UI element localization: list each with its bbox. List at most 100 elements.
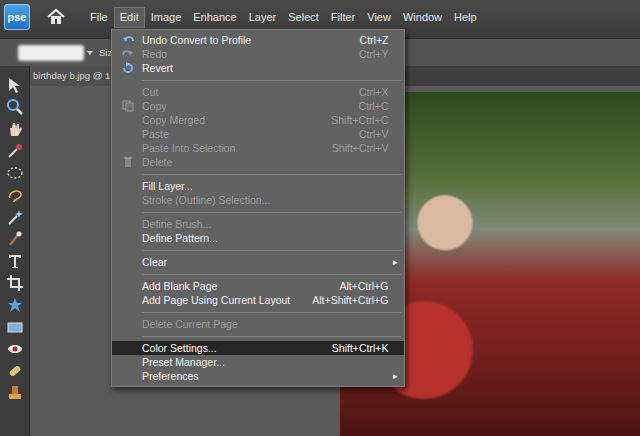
- brush-select-icon[interactable]: [6, 230, 24, 248]
- submenu-arrow: ▸: [388, 369, 402, 383]
- menu-separator: [142, 174, 401, 175]
- delete-icon: [122, 156, 134, 168]
- menu-label: Define Brush...: [142, 217, 388, 231]
- menu-item[interactable]: Select: [282, 7, 325, 28]
- menu-item[interactable]: Window: [397, 7, 448, 28]
- menu-label: Add Blank Page: [142, 279, 339, 293]
- menu-item[interactable]: Help: [448, 7, 483, 28]
- menu-entry[interactable]: Undo Convert to ProfileCtrl+Z: [112, 33, 404, 47]
- cookie-cutter-icon[interactable]: [6, 296, 24, 314]
- menu-entry: Copy MergedShift+Ctrl+C: [112, 113, 404, 127]
- hand-icon[interactable]: [6, 120, 24, 138]
- menu-label: Undo Convert to Profile: [142, 33, 360, 47]
- menu-label: Add Page Using Current Layout: [142, 293, 312, 307]
- menu-label: Preferences: [142, 369, 388, 383]
- menu-label: Redo: [142, 47, 359, 61]
- straighten-icon[interactable]: [6, 318, 24, 336]
- menu-separator: [142, 312, 401, 313]
- menu-shortcut: Shift+Ctrl+K: [332, 341, 389, 355]
- menu-label: Stroke (Outline) Selection...: [142, 193, 388, 207]
- menu-label: Define Pattern...: [142, 231, 388, 245]
- menu-entry[interactable]: Add Blank PageAlt+Ctrl+G: [112, 279, 404, 293]
- menu-entry: CutCtrl+X: [112, 85, 404, 99]
- zoom-icon[interactable]: [6, 98, 24, 116]
- menu-separator: [142, 212, 401, 213]
- menu-shortcut: Shift+Ctrl+V: [332, 141, 389, 155]
- menu-entry: RedoCtrl+Y: [112, 47, 404, 61]
- menu-entry[interactable]: Revert: [112, 61, 404, 75]
- menu-label: Cut: [142, 85, 359, 99]
- crop-icon[interactable]: [6, 274, 24, 292]
- menu-label: Preset Manager...: [142, 355, 388, 369]
- menu-entry[interactable]: Clear▸: [112, 255, 404, 269]
- menu-shortcut: Ctrl+V: [359, 127, 388, 141]
- menu-separator: [142, 250, 401, 251]
- document-tab[interactable]: birthday b.jpg @ 1: [30, 66, 114, 86]
- menu-shortcut: Shift+Ctrl+C: [331, 113, 388, 127]
- menu-item[interactable]: Layer: [243, 7, 283, 28]
- menu-shortcut: Alt+Shift+Ctrl+G: [312, 293, 388, 307]
- stamp-icon[interactable]: [6, 384, 24, 402]
- menu-shortcut: Ctrl+Z: [360, 33, 389, 47]
- menu-entry[interactable]: Define Pattern...: [112, 231, 404, 245]
- menu-separator: [142, 80, 401, 81]
- menu-shortcut: Ctrl+X: [359, 85, 388, 99]
- menu-entry: Define Brush...: [112, 217, 404, 231]
- menu-separator: [142, 336, 401, 337]
- menu-item[interactable]: Image: [145, 7, 188, 28]
- red-eye-icon[interactable]: [6, 340, 24, 358]
- menu-entry[interactable]: Preset Manager...: [112, 355, 404, 369]
- home-icon[interactable]: [44, 5, 68, 29]
- menu-shortcut: Ctrl+Y: [359, 47, 388, 61]
- menu-entry: PasteCtrl+V: [112, 127, 404, 141]
- menu-entry[interactable]: Preferences▸: [112, 369, 404, 383]
- menu-item[interactable]: Filter: [325, 7, 361, 28]
- menu-entry: Paste Into SelectionShift+Ctrl+V: [112, 141, 404, 155]
- menu-label: Delete Current Page: [142, 317, 388, 331]
- menu-icon-slot: [112, 156, 142, 168]
- menu-entry: CopyCtrl+C: [112, 99, 404, 113]
- menu-icon-slot: [112, 62, 142, 74]
- menu-label: Paste: [142, 127, 359, 141]
- type-icon[interactable]: [6, 252, 24, 270]
- menu-icon-slot: [112, 100, 142, 112]
- menu-item[interactable]: Enhance: [187, 7, 242, 28]
- menu-separator: [142, 274, 401, 275]
- magic-wand-icon[interactable]: [6, 208, 24, 226]
- menu-entry: Delete Current Page: [112, 317, 404, 331]
- lasso-icon[interactable]: [6, 186, 24, 204]
- menu-label: Clear: [142, 255, 388, 269]
- menu-entry[interactable]: Add Page Using Current LayoutAlt+Shift+C…: [112, 293, 404, 307]
- menu-label: Copy: [142, 99, 358, 113]
- menu-label: Revert: [142, 61, 388, 75]
- menu-label: Delete: [142, 155, 388, 169]
- menu-shortcut: Alt+Ctrl+G: [339, 279, 388, 293]
- menu-entry[interactable]: Color Settings...Shift+Ctrl+K: [112, 341, 404, 355]
- dropdown-arrow-icon[interactable]: [86, 45, 94, 61]
- marquee-icon[interactable]: [6, 164, 24, 182]
- menu-label: Copy Merged: [142, 113, 331, 127]
- menu-icon-slot: [112, 48, 142, 60]
- menu-item[interactable]: Edit: [114, 7, 145, 28]
- menu-list: FileEditImageEnhanceLayerSelectFilterVie…: [84, 7, 483, 28]
- healing-brush-icon[interactable]: [6, 362, 24, 380]
- menu-label: Paste Into Selection: [142, 141, 332, 155]
- undo-icon: [122, 34, 134, 46]
- edit-menu: Undo Convert to ProfileCtrl+ZRedoCtrl+YR…: [111, 29, 405, 387]
- app-logo[interactable]: pse: [4, 4, 30, 30]
- menu-entry: Stroke (Outline) Selection...: [112, 193, 404, 207]
- menu-label: Color Settings...: [142, 341, 332, 355]
- menu-shortcut: Ctrl+C: [358, 99, 388, 113]
- menu-entry[interactable]: Fill Layer...: [112, 179, 404, 193]
- menu-item[interactable]: File: [84, 7, 114, 28]
- copy-icon: [122, 100, 134, 112]
- submenu-arrow: ▸: [388, 255, 402, 269]
- revert-icon: [122, 62, 134, 74]
- move-icon[interactable]: [6, 76, 24, 94]
- tool-preset-picker[interactable]: [18, 45, 84, 61]
- menu-item[interactable]: View: [361, 7, 397, 28]
- toolbox: [0, 66, 30, 436]
- eyedropper-icon[interactable]: [6, 142, 24, 160]
- menu-label: Fill Layer...: [142, 179, 388, 193]
- redo-icon: [122, 48, 134, 60]
